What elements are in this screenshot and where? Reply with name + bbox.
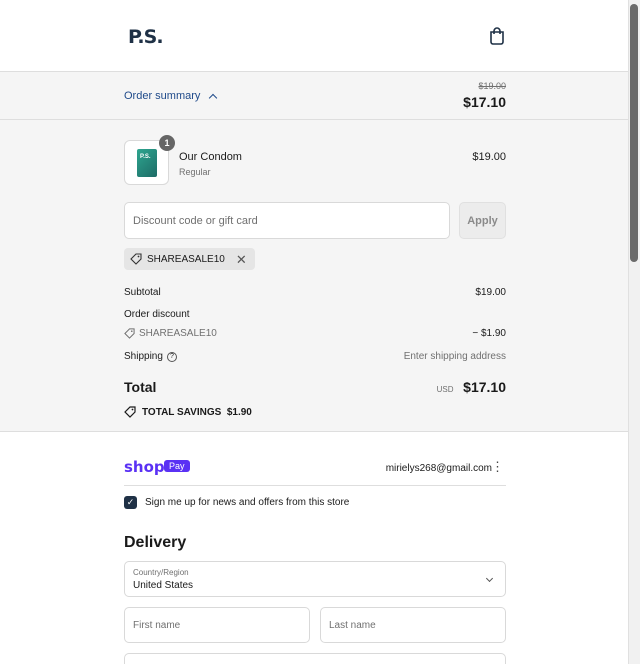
total-savings: TOTAL SAVINGS $1.90: [124, 406, 252, 418]
shipping-row: Shipping ? Enter shipping address: [124, 351, 506, 362]
country-select-value: United States: [133, 580, 194, 591]
discount-code-label: SHAREASALE10: [139, 328, 217, 339]
discount-code-input[interactable]: [124, 202, 450, 239]
order-summary-panel: Order summary $19.00 $17.10 P.S. 1 Our C…: [0, 72, 628, 432]
apply-button[interactable]: Apply: [459, 202, 506, 239]
tag-icon: [130, 253, 142, 265]
order-discount-label: Order discount: [124, 309, 190, 320]
total-row: Total USD $17.10: [124, 379, 506, 395]
summary-price: $17.10: [463, 94, 506, 110]
shop-logo: shop: [124, 458, 165, 476]
order-summary-toggle-bar: Order summary $19.00 $17.10: [0, 72, 628, 120]
shipping-label: Shipping: [124, 351, 163, 362]
tag-icon: [124, 328, 135, 339]
applied-code: SHAREASALE10: [147, 253, 225, 265]
quantity-badge: 1: [159, 135, 175, 151]
product-variant: Regular: [179, 167, 211, 177]
header: P.S.: [0, 0, 628, 72]
first-name-field[interactable]: [124, 607, 310, 643]
total-savings-label: TOTAL SAVINGS $1.90: [142, 406, 252, 418]
last-name-field[interactable]: [320, 607, 506, 643]
store-logo[interactable]: P.S.: [128, 26, 164, 48]
delivery-heading: Delivery: [124, 534, 187, 551]
next-field[interactable]: [124, 653, 506, 664]
product-name: Our Condom: [179, 151, 242, 163]
thumbnail-label: P.S.: [140, 154, 151, 160]
total-label: Total: [124, 379, 157, 395]
applied-discount-chip: SHAREASALE10 ✕: [124, 248, 255, 270]
remove-discount-icon[interactable]: ✕: [236, 253, 247, 266]
help-icon[interactable]: ?: [166, 351, 177, 362]
scrollbar[interactable]: [628, 0, 640, 664]
order-summary-label: Order summary: [124, 90, 201, 102]
product-price: $19.00: [472, 151, 506, 163]
chevron-up-icon: [209, 93, 218, 102]
scrollbar-thumb[interactable]: [630, 4, 638, 262]
chevron-down-icon: [485, 574, 494, 583]
newsletter-opt-in[interactable]: ✓ Sign me up for news and offers from th…: [124, 496, 349, 509]
subtotal-label: Subtotal: [124, 287, 161, 298]
country-select[interactable]: Country/Region United States: [124, 561, 506, 597]
order-discount-row: Order discount: [124, 309, 506, 320]
newsletter-label: Sign me up for news and offers from this…: [145, 497, 350, 508]
country-select-label: Country/Region: [133, 568, 189, 577]
original-price: $19.00: [478, 81, 506, 91]
total-value: $17.10: [463, 379, 506, 395]
tag-icon: [124, 406, 136, 418]
shop-pay-badge: Pay: [164, 460, 190, 472]
subtotal-row: Subtotal $19.00: [124, 287, 506, 298]
line-item: P.S. 1 Our Condom Regular $19.00: [124, 135, 506, 186]
account-email: mirielys268@gmail.com: [385, 463, 492, 474]
shipping-value: Enter shipping address: [403, 351, 506, 362]
more-options-icon[interactable]: ⋮: [491, 460, 504, 473]
discount-code-row: SHAREASALE10 − $1.90: [124, 328, 506, 339]
discount-value: − $1.90: [472, 328, 506, 339]
order-summary-toggle[interactable]: Order summary: [124, 90, 218, 102]
subtotal-value: $19.00: [475, 287, 506, 298]
product-thumbnail: P.S. 1: [124, 135, 175, 185]
shopping-bag-icon[interactable]: [489, 27, 505, 45]
newsletter-checkbox[interactable]: ✓: [124, 496, 137, 509]
shop-pay-account: shop Pay mirielys268@gmail.com ⋮: [124, 458, 506, 486]
currency-code: USD: [436, 385, 454, 394]
